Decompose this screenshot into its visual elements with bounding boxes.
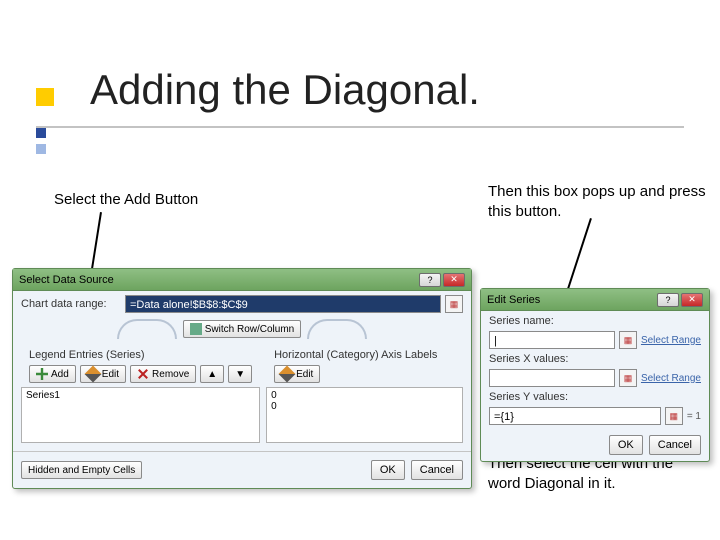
axis-labels-header: Horizontal (Category) Axis Labels	[274, 349, 455, 361]
move-down-button[interactable]: ▼	[228, 365, 252, 383]
series-x-input[interactable]	[489, 369, 615, 387]
series-y-label: Series Y values:	[489, 391, 701, 403]
move-up-button[interactable]: ▲	[200, 365, 224, 383]
list-item: 0	[271, 401, 458, 412]
pencil-icon	[84, 366, 101, 383]
pencil-icon	[279, 366, 296, 383]
collapse-range-icon[interactable]: ▦	[665, 407, 683, 425]
switch-arrows-decor: Switch Row/Column	[13, 319, 471, 339]
switch-row-column-button[interactable]: Switch Row/Column	[183, 320, 301, 338]
cancel-button[interactable]: Cancel	[649, 435, 701, 455]
help-button[interactable]: ?	[657, 293, 679, 307]
select-range-link[interactable]: Select Range	[641, 373, 701, 384]
caption-press-button: Then this box pops up and press this but…	[488, 182, 708, 221]
series-y-input[interactable]: ={1}	[489, 407, 661, 425]
dialog-title: Edit Series	[487, 294, 540, 306]
x-icon	[137, 368, 149, 380]
edit-label: Edit	[102, 369, 119, 380]
close-button[interactable]: ✕	[681, 293, 703, 307]
legend-entries-header: Legend Entries (Series)	[29, 349, 252, 361]
series-listbox[interactable]: Series1	[21, 387, 260, 443]
list-item[interactable]: Series1	[26, 390, 255, 401]
select-range-link[interactable]: Select Range	[641, 335, 701, 346]
cancel-button[interactable]: Cancel	[411, 460, 463, 480]
hidden-empty-cells-button[interactable]: Hidden and Empty Cells	[21, 461, 142, 479]
list-item: 0	[271, 390, 458, 401]
ok-button[interactable]: OK	[609, 435, 643, 455]
chart-range-label: Chart data range:	[21, 298, 121, 310]
switch-icon	[190, 323, 202, 335]
close-button[interactable]: ✕	[443, 273, 465, 287]
select-data-source-dialog: Select Data Source ? ✕ Chart data range:…	[12, 268, 472, 489]
series-name-label: Series name:	[489, 315, 701, 327]
collapse-range-icon[interactable]: ▦	[619, 331, 637, 349]
slide-title: Adding the Diagonal.	[90, 66, 480, 114]
ok-button[interactable]: OK	[371, 460, 405, 480]
edit-series-dialog: Edit Series ? ✕ Series name: | ▦ Select …	[480, 288, 710, 462]
y-preview: = 1	[687, 411, 701, 422]
collapse-range-icon[interactable]: ▦	[445, 295, 463, 313]
chart-range-input[interactable]: =Data alone!$B$8:$C$9	[125, 295, 441, 313]
plus-icon	[36, 368, 48, 380]
axis-edit-button[interactable]: Edit	[274, 365, 320, 383]
remove-label: Remove	[152, 369, 189, 380]
add-button[interactable]: Add	[29, 365, 76, 383]
help-button[interactable]: ?	[419, 273, 441, 287]
series-x-label: Series X values:	[489, 353, 701, 365]
add-label: Add	[51, 369, 69, 380]
caption-select-add: Select the Add Button	[54, 190, 198, 210]
axis-edit-label: Edit	[296, 369, 313, 380]
collapse-range-icon[interactable]: ▦	[619, 369, 637, 387]
slide-bullet-decor	[36, 88, 54, 106]
remove-button[interactable]: Remove	[130, 365, 196, 383]
dialog-title: Select Data Source	[19, 274, 114, 286]
edit-button[interactable]: Edit	[80, 365, 126, 383]
switch-label: Switch Row/Column	[205, 324, 294, 335]
series-name-input[interactable]: |	[489, 331, 615, 349]
axis-listbox[interactable]: 0 0	[266, 387, 463, 443]
title-underline	[36, 126, 684, 128]
